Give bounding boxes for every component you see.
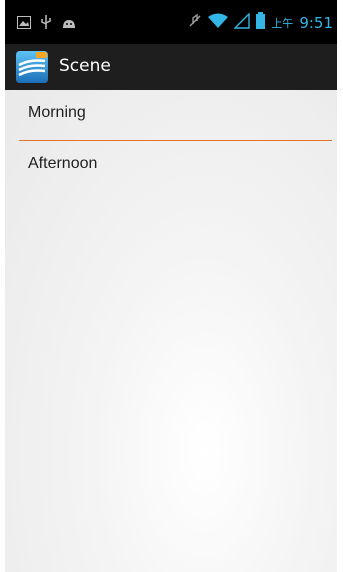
status-time-prefix: 上午: [271, 16, 294, 30]
status-time: 9:51: [299, 13, 333, 32]
image-icon: [17, 14, 31, 33]
app-icon[interactable]: [16, 51, 48, 83]
android-icon: [61, 14, 77, 33]
phone-screen: 上午 9:51 Scene Morning Afternoon: [5, 0, 337, 572]
app-title: Scene: [59, 56, 111, 76]
signal-icon: [233, 11, 251, 33]
usb-icon: [41, 14, 51, 33]
action-bar: Scene: [5, 44, 337, 90]
status-left-icons: [17, 14, 77, 33]
list-item-afternoon[interactable]: Afternoon: [5, 141, 337, 191]
list-item-label: Morning: [28, 104, 86, 121]
mute-icon: [188, 13, 202, 33]
list-item-label: Afternoon: [28, 155, 98, 172]
scene-list: Morning Afternoon: [5, 90, 337, 572]
battery-icon: [256, 12, 266, 33]
status-right-icons: 上午 9:51: [188, 11, 333, 33]
list-item-morning[interactable]: Morning: [5, 90, 337, 140]
wifi-icon: [208, 13, 229, 33]
status-bar: 上午 9:51: [5, 0, 337, 44]
